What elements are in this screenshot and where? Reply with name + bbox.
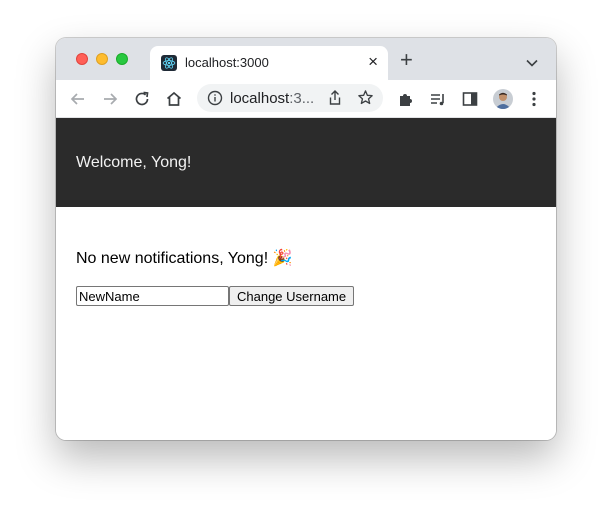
address-rest: :3... xyxy=(289,90,315,107)
profile-avatar[interactable] xyxy=(493,89,513,109)
address-host: localhost xyxy=(230,90,290,107)
bookmark-star-icon[interactable] xyxy=(357,89,374,111)
react-logo-icon xyxy=(161,55,177,71)
change-username-form: Change Username xyxy=(76,286,355,306)
app-header: Welcome, Yong! xyxy=(56,118,556,207)
address-bar[interactable]: localhost:3... xyxy=(197,84,383,112)
side-panel-icon[interactable] xyxy=(460,89,480,109)
welcome-text: Welcome, Yong! xyxy=(76,154,192,171)
notification-message: No new notifications, Yong! 🎉 xyxy=(76,248,293,268)
zoom-window-button[interactable] xyxy=(116,53,128,65)
reload-icon[interactable] xyxy=(132,89,152,109)
reading-list-icon[interactable] xyxy=(428,89,448,109)
forward-arrow-icon[interactable] xyxy=(100,89,120,109)
tab-search-chevron-icon[interactable] xyxy=(526,54,538,72)
new-tab-button[interactable]: + xyxy=(400,49,413,71)
username-input[interactable] xyxy=(76,286,229,306)
browser-window: localhost:3000 × + localhost:3... Welcom… xyxy=(56,38,556,440)
notification-text: No new notifications, Yong! xyxy=(76,250,269,267)
minimize-window-button[interactable] xyxy=(96,53,108,65)
close-window-button[interactable] xyxy=(76,53,88,65)
more-menu-icon[interactable] xyxy=(524,89,544,109)
site-info-icon[interactable] xyxy=(207,90,223,111)
page-content: Welcome, Yong! No new notifications, Yon… xyxy=(56,118,556,440)
home-icon[interactable] xyxy=(164,89,184,109)
change-username-button[interactable]: Change Username xyxy=(229,286,355,306)
browser-toolbar: localhost:3... xyxy=(56,80,556,118)
back-arrow-icon[interactable] xyxy=(68,89,88,109)
address-text: localhost:3... xyxy=(230,90,314,107)
close-tab-icon[interactable]: × xyxy=(368,52,378,72)
tab-localhost[interactable]: localhost:3000 × xyxy=(150,46,388,80)
tab-strip: localhost:3000 × + xyxy=(56,38,556,80)
tab-title: localhost:3000 xyxy=(185,55,269,70)
extensions-puzzle-icon[interactable] xyxy=(396,89,416,109)
share-icon[interactable] xyxy=(327,89,343,112)
party-popper-icon: 🎉 xyxy=(272,250,293,267)
